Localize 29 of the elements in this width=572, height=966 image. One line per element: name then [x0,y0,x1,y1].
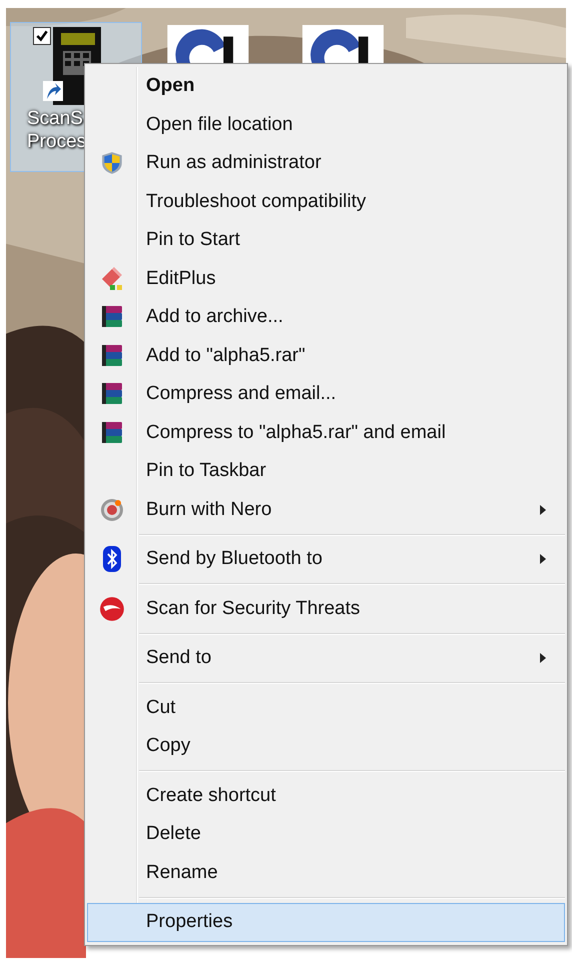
menu-item[interactable]: Send by Bluetooth to [87,540,565,578]
disc-icon [100,498,124,522]
menu-item[interactable]: Burn with Nero [87,490,565,529]
menu-item[interactable]: Create shortcut [87,776,565,815]
icon-label: ScanS [27,107,83,130]
menu-item[interactable]: Send to [87,639,565,678]
menu-item[interactable]: Copy [87,727,565,766]
icon-label: Proces [27,130,86,153]
menu-item[interactable]: Cut [87,688,565,727]
books-icon [100,305,124,330]
menu-item[interactable]: Delete [87,815,565,854]
bluetooth-icon [103,546,121,572]
menu-item[interactable]: EditPlus [87,260,565,298]
menu-item[interactable]: Scan for Security Threats [87,590,565,628]
eraser-icon [100,266,124,291]
menu-item[interactable]: Add to "alpha5.rar" [87,336,565,375]
ball-icon [99,596,125,622]
menu-item[interactable]: Troubleshoot compatibility [87,182,565,221]
menu-item[interactable]: Pin to Start [87,221,565,260]
menu-item[interactable]: Compress to "alpha5.rar" and email [87,414,565,452]
shield-icon [101,151,123,176]
menu-item[interactable]: Properties [87,903,565,942]
books-icon [100,382,124,406]
menu-item[interactable]: Add to archive... [87,298,565,336]
books-icon [100,420,124,445]
menu-item[interactable]: Rename [87,854,565,892]
books-icon [100,344,124,368]
menu-item[interactable]: Pin to Taskbar [87,452,565,490]
menu-item[interactable]: Compress and email... [87,375,565,414]
